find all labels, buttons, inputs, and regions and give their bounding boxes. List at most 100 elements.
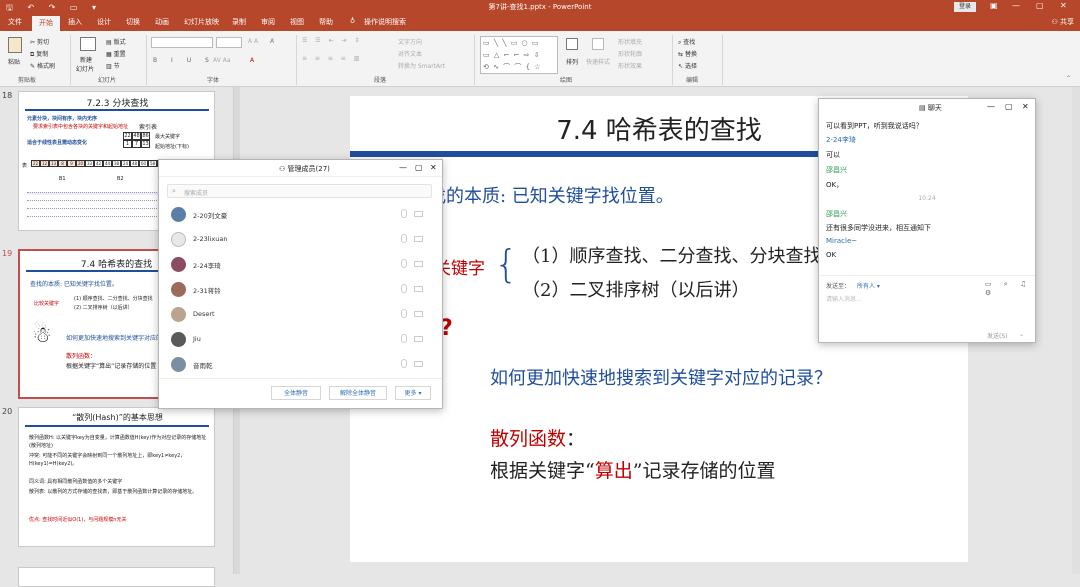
share-button[interactable]: ⚇ 共享 [1051,17,1074,27]
tab-view[interactable]: 视图 [290,17,304,27]
paste-icon[interactable] [8,37,22,53]
mic-muted-icon[interactable] [401,234,407,243]
font-size-select[interactable] [216,37,242,48]
clear-format-icon[interactable]: A̸ [270,38,274,45]
arrange-icon[interactable] [566,38,578,50]
char-spacing-icon[interactable]: AV Aa [213,57,231,64]
member-row[interactable]: Jiu [159,327,442,352]
section-button[interactable]: ▥ 节 [106,61,120,70]
font-color-icon[interactable]: A [250,57,254,64]
shapes-gallery[interactable]: ▭ ╲ ╲ ▭ ○ ▭ ▭ △ ⌐ ⌐ ⇨ ⇩ ⟲ ∿ ⌒ ⌒ { ☆ [480,36,558,74]
question-text: 如何更加快速地搜索到关键字对应的记录？ [490,368,832,389]
paste-button[interactable]: 粘贴 [8,57,20,66]
new-slide-label[interactable]: 新建 [80,55,92,64]
new-slide-label-2[interactable]: 幻灯片 [76,64,94,73]
maximize-icon[interactable]: ▢ [415,163,423,172]
member-row[interactable]: 2-23lixuan [159,227,442,252]
format-painter-button[interactable]: ✎ 格式刷 [30,61,55,70]
mic-muted-icon[interactable] [401,359,407,368]
camera-off-icon[interactable] [414,361,423,367]
arrange-button[interactable]: 排列 [566,57,578,66]
text-direction-button[interactable]: 文字方向 [398,37,422,46]
mute-all-button[interactable]: 全体静音 [271,386,321,400]
idx-cell: 1 [123,140,132,148]
table-cell: 22 [31,160,40,167]
mic-muted-icon[interactable] [401,309,407,318]
member-row[interactable]: Desert [159,302,442,327]
tab-home[interactable]: 开始 [32,16,60,31]
sign-in-button[interactable]: 登录 [954,2,976,12]
mic-muted-icon[interactable] [401,259,407,268]
maximize-icon[interactable]: ▢ [1036,1,1044,10]
idx-cell: 13 [141,140,150,148]
idx-cell: 7 [132,140,141,148]
send-to-select[interactable]: 所有人 ▾ [857,281,880,290]
unmute-all-button[interactable]: 解除全体静音 [329,386,387,400]
shape-effects-button[interactable]: 形状效果 [618,61,642,70]
mic-muted-icon[interactable] [401,284,407,293]
minimize-icon[interactable]: — [1012,1,1020,10]
smartart-button[interactable]: 转换为 SmartArt [398,61,445,70]
mic-muted-icon[interactable] [401,209,407,218]
ribbon-display-icon[interactable]: ▣ [990,1,998,10]
quick-styles-button[interactable]: 快速样式 [586,57,610,66]
shape-fill-button[interactable]: 形状填充 [618,37,642,46]
member-search-input[interactable]: ⌕ 搜索成员 [167,184,432,198]
align-buttons[interactable]: ≡ ≡ ≡ ≡ ▥ [302,55,362,62]
camera-off-icon[interactable] [414,236,423,242]
chat-tool-icons[interactable]: ▭ ⌕ ♫ ⚙ [985,280,1035,297]
minimize-icon[interactable]: — [987,102,995,111]
slide-scrollbar[interactable] [1072,87,1080,574]
send-button[interactable]: 发送(S) [987,331,1008,340]
camera-off-icon[interactable] [414,311,423,317]
replace-button[interactable]: ⇆ 替换 [678,49,697,58]
tab-review[interactable]: 审阅 [261,17,275,27]
cut-button[interactable]: ✂ 剪切 [30,37,49,46]
align-text-button[interactable]: 对齐文本 [398,49,422,58]
maximize-icon[interactable]: ▢ [1005,102,1013,111]
more-button[interactable]: 更多 ▾ [395,386,431,400]
grow-font-icon[interactable]: A A [248,38,258,45]
member-row[interactable]: 2-24李琦 [159,252,442,277]
member-name: 音雨乾 [193,362,213,370]
shape-outline-button[interactable]: 形状轮廓 [618,49,642,58]
minimize-icon[interactable]: — [399,163,407,172]
thumb-line: 起始地址(下标) [155,144,189,150]
copy-button[interactable]: ⧉ 复制 [30,49,48,59]
layout-button[interactable]: ▤ 版式 [106,37,126,46]
new-slide-icon[interactable] [80,37,96,51]
tab-transitions[interactable]: 切换 [126,17,140,27]
tab-slideshow[interactable]: 幻灯片放映 [184,17,219,27]
camera-off-icon[interactable] [414,261,423,267]
camera-off-icon[interactable] [414,211,423,217]
title-underline [25,109,209,111]
member-row[interactable]: 2-20刘文豪 [159,202,442,227]
list-buttons[interactable]: ☰ ☰ ⇤ ⇥ ↕ [302,37,362,44]
close-icon[interactable]: ✕ [1022,102,1029,111]
camera-off-icon[interactable] [414,286,423,292]
tab-file[interactable]: 文件 [8,17,22,27]
slide-thumbnail-20[interactable]: “散列(Hash)”的基本思想 散列函数H: 以关键字key为自变量，计算函数值… [18,407,215,547]
close-icon[interactable]: ✕ [1060,1,1067,10]
camera-off-icon[interactable] [414,336,423,342]
tab-animations[interactable]: 动画 [155,17,169,27]
send-options-icon[interactable]: ⌄ [1019,331,1024,338]
tab-insert[interactable]: 插入 [68,17,82,27]
close-icon[interactable]: ✕ [430,163,437,172]
select-button[interactable]: ↖ 选择 [678,61,697,70]
tab-design[interactable]: 设计 [97,17,111,27]
slide-thumbnail-21[interactable] [18,567,215,587]
font-family-select[interactable] [151,37,213,48]
reset-button[interactable]: ▦ 重置 [106,49,126,58]
font-format-buttons[interactable]: B I U S [153,57,215,64]
mic-muted-icon[interactable] [401,334,407,343]
collapse-ribbon-icon[interactable]: ⌃ [1066,75,1071,82]
tab-help[interactable]: 帮助 [319,17,333,27]
tell-me-search[interactable]: 操作说明搜索 [364,17,406,27]
member-row[interactable]: 音雨乾 [159,352,442,377]
quick-styles-icon[interactable] [592,38,604,50]
member-row[interactable]: 2-31蒋铃 [159,277,442,302]
find-button[interactable]: ⌕ 查找 [678,37,695,47]
tab-record[interactable]: 录制 [232,17,246,27]
chat-input[interactable]: 请输入消息... [826,294,862,303]
